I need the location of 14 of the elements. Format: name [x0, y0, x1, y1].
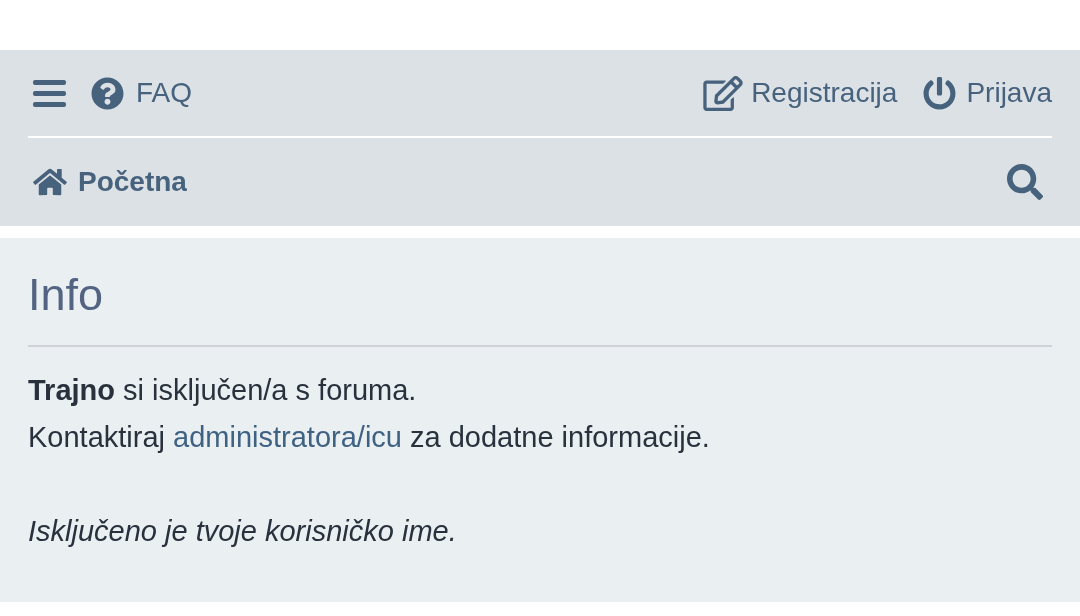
menu-icon[interactable] — [33, 79, 66, 107]
ban-note: Isključeno je tvoje korisničko ime. — [28, 514, 458, 549]
ban-message: Trajno si isključen/a s foruma. Kontaktiraj administratora/icu za dodatne informacije. — [28, 373, 711, 455]
home-link[interactable]: Početna — [28, 157, 192, 207]
administrator-link[interactable]: administratora/icu — [173, 421, 402, 453]
power-icon — [923, 75, 957, 111]
edit-icon — [703, 75, 744, 111]
home-icon — [33, 167, 67, 197]
faq-link[interactable]: FAQ — [86, 68, 197, 118]
login-link[interactable]: Prijava — [918, 68, 1057, 118]
register-link[interactable]: Registracija — [698, 68, 903, 118]
help-icon — [91, 76, 124, 110]
search-icon[interactable] — [1007, 164, 1043, 200]
panel-title: Info — [28, 272, 104, 317]
